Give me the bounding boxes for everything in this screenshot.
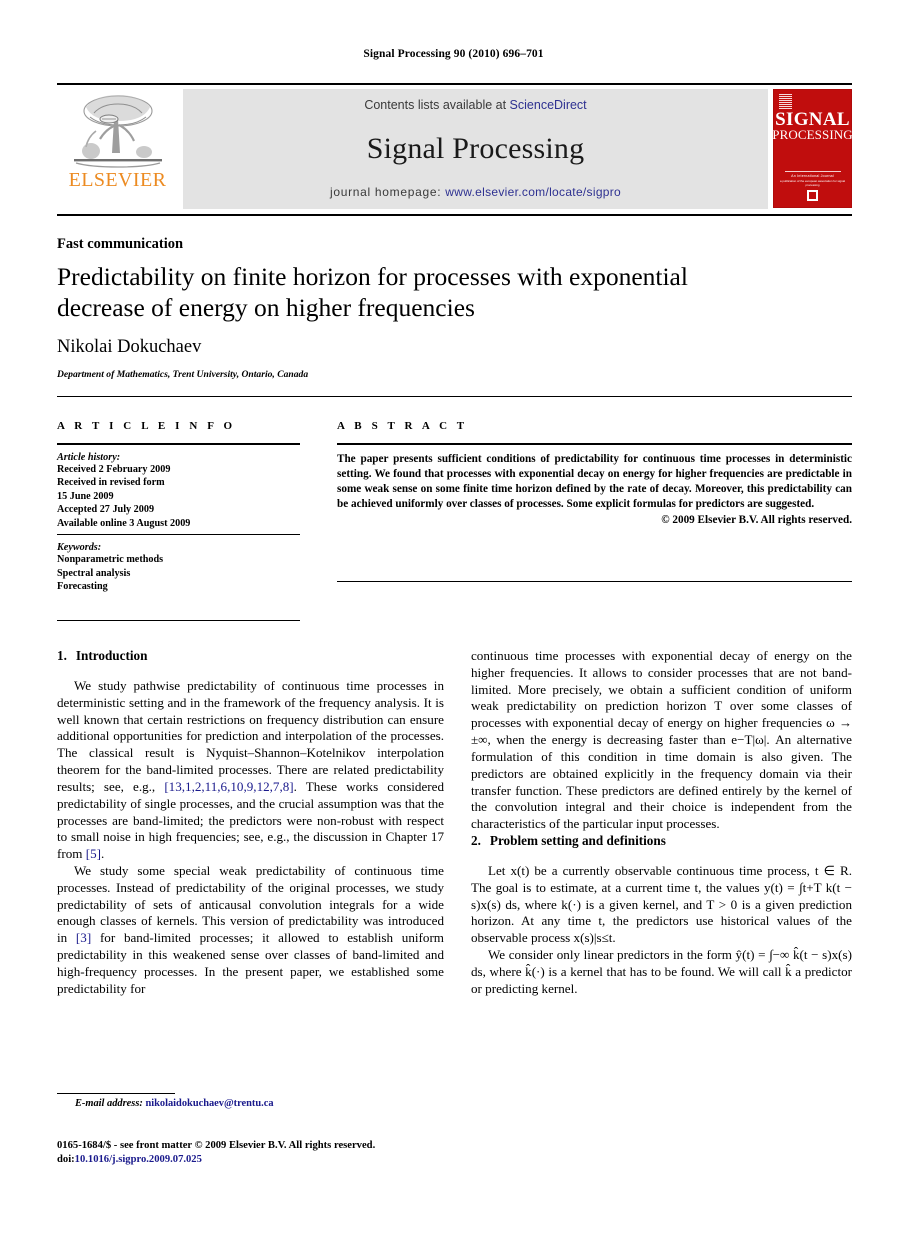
cover-tagline: An International Journal [791,174,834,178]
colophon-doi-line: doi:10.1016/j.sigpro.2009.07.025 [57,1153,477,1167]
doi-prefix: doi: [57,1153,75,1165]
article-history-item: Accepted 27 July 2009 [57,504,155,516]
citation-reference[interactable]: [3] [76,930,91,945]
author-name: Nikolai Dokuchaev [57,337,202,357]
footnote-label: E-mail address: [75,1098,143,1109]
keyword-item: Forecasting [57,581,108,593]
journal-cover-thumbnail: SIGNAL PROCESSING An International Journ… [772,89,853,208]
body-column-right: continuous time processes with exponenti… [471,648,852,997]
sciencedirect-link[interactable]: ScienceDirect [510,98,587,112]
article-history-item: Received 2 February 2009 [57,464,171,475]
section-title: Introduction [75,648,148,663]
abstract-copyright: © 2009 Elsevier B.V. All rights reserved… [661,514,852,526]
section-heading-problem-setting: 2. Problem setting and definitions [471,833,852,849]
colophon-front-matter: 0165-1684/$ - see front matter © 2009 El… [57,1140,376,1151]
paragraph: We study some special weak predictabilit… [57,863,444,998]
paragraph: continuous time processes with exponenti… [471,648,852,832]
cover-footer: An International Journal a publication o… [774,171,851,201]
abstract-rule-bottom [337,581,852,582]
doi-link[interactable]: 10.1016/j.sigpro.2009.07.025 [75,1154,202,1165]
footnote-email-link[interactable]: nikolaidokuchaev@trentu.ca [145,1098,273,1109]
paragraph-part: We study pathwise predictability of cont… [57,678,444,794]
paragraph-continuation: continuous time processes with exponenti… [471,648,852,833]
cover-tagline-secondary: a publication of the european associatio… [779,179,846,187]
journal-homepage-line: journal homepage: www.elsevier.com/locat… [330,185,621,199]
section-heading-introduction: 1. Introduction [57,648,444,664]
journal-title: Signal Processing [366,131,585,165]
cover-title-line2: PROCESSING [772,127,853,143]
journal-masthead: ELSEVIER Contents lists available at Sci… [57,83,853,216]
abstract-rule-top [337,443,852,445]
homepage-prefix: journal homepage: [329,185,446,199]
elsevier-tree-icon [73,95,162,168]
citation-reference[interactable]: [5] [86,846,101,861]
keyword-item: Nonparametric methods [57,554,164,566]
cover-divider [784,171,841,172]
cover-title-line1: SIGNAL [775,109,850,130]
abstract-heading: A B S T R A C T [337,420,468,432]
article-history-label: Article history: [57,452,121,463]
paragraph: Let x(t) be a currently observable conti… [471,862,852,946]
article-info-column: A R T I C L E I N F O Article history: R… [57,420,300,621]
colophon: 0165-1684/$ - see front matter © 2009 El… [57,1139,477,1167]
contents-prefix: Contents lists available at [364,98,510,112]
article-type: Fast communication [57,236,184,252]
elsevier-wordmark: ELSEVIER [68,169,167,191]
cover-barcode-icon [779,94,792,109]
contents-list-line: Contents lists available at ScienceDirec… [364,98,586,112]
footnote-block: E-mail address: nikolaidokuchaev@trentu.… [57,1093,444,1109]
eurasip-logo-icon [807,190,818,201]
title-divider [57,396,852,397]
article-history-item: 15 June 2009 [57,490,114,502]
paper-page: Signal Processing 90 (2010) 696–701 ELSE… [0,0,907,1238]
article-info-heading: A R T I C L E I N F O [57,420,236,432]
section-title: Problem setting and definitions [489,832,666,848]
citation-reference[interactable]: [13,1,2,11,6,10,9,12,7,8] [164,779,293,794]
abstract-column: A B S T R A C T The paper presents suffi… [337,420,852,582]
masthead-center-band: Contents lists available at ScienceDirec… [183,89,768,209]
section-number: 2. [471,832,481,848]
paragraph-part: . [101,846,105,862]
article-info-rule-mid [57,534,300,536]
author-affiliation: Department of Mathematics, Trent Univers… [57,369,309,380]
article-history-item: Available online 3 August 2009 [57,517,191,529]
page-title: Predictability on finite horizon for pro… [57,262,688,322]
paragraph: We consider only linear predictors in th… [471,947,852,996]
abstract-text: The paper presents sufficient conditions… [337,453,852,510]
running-head: Signal Processing 90 (2010) 696–701 [363,48,544,60]
paragraph-part: for band-limited processes; it allowed t… [57,930,444,996]
article-info-rule-top [57,443,300,445]
journal-homepage-link[interactable]: www.elsevier.com/locate/sigpro [445,185,621,199]
footnote-email-line: E-mail address: nikolaidokuchaev@trentu.… [57,1098,444,1109]
elsevier-logo: ELSEVIER [57,85,178,214]
paragraph: We study pathwise predictability of cont… [57,678,444,863]
section-number: 1. [57,648,67,663]
keywords-label: Keywords: [57,542,102,554]
article-history-item: Received in revised form [57,477,165,489]
body-column-left: 1. Introduction We study pathwise predict… [57,648,444,997]
footnote-divider [57,1093,175,1094]
keyword-item: Spectral analysis [57,567,131,579]
article-info-rule-bottom [57,619,300,621]
